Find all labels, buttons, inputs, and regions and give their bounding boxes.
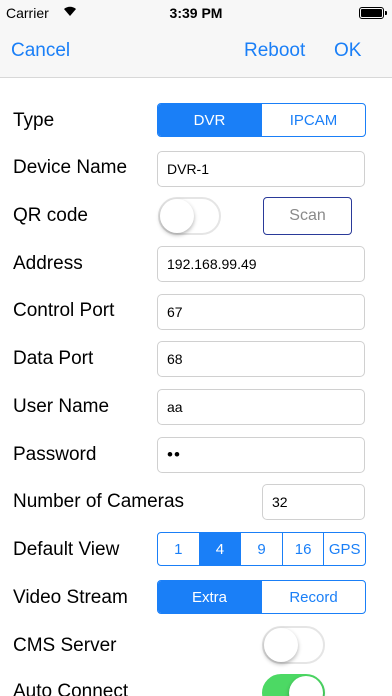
- default-view-option-9[interactable]: 9: [240, 533, 282, 565]
- video-stream-option-record[interactable]: Record: [261, 581, 365, 613]
- cms-server-toggle[interactable]: [262, 626, 325, 664]
- video-stream-segmented-control: Extra Record: [157, 580, 366, 614]
- address-label: Address: [13, 253, 83, 274]
- battery-icon: [359, 7, 387, 19]
- toggle-knob: [264, 628, 298, 662]
- video-stream-label: Video Stream: [13, 587, 128, 608]
- type-option-ipcam[interactable]: IPCAM: [261, 104, 365, 136]
- qr-code-toggle[interactable]: [158, 197, 221, 235]
- control-port-label: Control Port: [13, 300, 115, 321]
- default-view-option-gps[interactable]: GPS: [323, 533, 365, 565]
- device-name-field[interactable]: DVR-1: [157, 151, 365, 187]
- address-field[interactable]: 192.168.99.49: [157, 246, 365, 282]
- nav-bar: Cancel Reboot OK: [0, 26, 392, 78]
- type-option-dvr[interactable]: DVR: [158, 104, 261, 136]
- default-view-option-1[interactable]: 1: [158, 533, 199, 565]
- toggle-knob: [160, 199, 194, 233]
- cms-server-label: CMS Server: [13, 635, 117, 656]
- device-name-label: Device Name: [13, 157, 128, 178]
- default-view-segmented-control: 1 4 9 16 GPS: [157, 532, 366, 566]
- default-view-label: Default View: [13, 539, 120, 560]
- toggle-knob: [289, 676, 323, 696]
- user-name-field[interactable]: aa: [157, 389, 365, 425]
- type-segmented-control: DVR IPCAM: [157, 103, 366, 137]
- default-view-option-4[interactable]: 4: [198, 533, 241, 565]
- status-time: 3:39 PM: [169, 5, 223, 21]
- type-label: Type: [13, 110, 55, 131]
- cancel-button[interactable]: Cancel: [11, 40, 70, 62]
- ok-button[interactable]: OK: [334, 40, 361, 62]
- auto-connect-toggle[interactable]: [262, 674, 325, 696]
- data-port-label: Data Port: [13, 348, 94, 369]
- password-field[interactable]: ••: [157, 437, 365, 473]
- data-port-field[interactable]: 68: [157, 341, 365, 377]
- reboot-button[interactable]: Reboot: [244, 40, 305, 62]
- control-port-field[interactable]: 67: [157, 294, 365, 330]
- number-of-cameras-label: Number of Cameras: [13, 491, 185, 512]
- user-name-label: User Name: [13, 396, 110, 417]
- scan-button[interactable]: Scan: [263, 197, 352, 235]
- auto-connect-label: Auto Connect: [13, 681, 129, 696]
- password-label: Password: [13, 444, 97, 465]
- default-view-option-16[interactable]: 16: [281, 533, 324, 565]
- status-bar: Carrier 3:39 PM: [0, 0, 392, 26]
- number-of-cameras-field[interactable]: 32: [262, 484, 365, 520]
- qr-code-label: QR code: [13, 205, 88, 226]
- video-stream-option-extra[interactable]: Extra: [158, 581, 261, 613]
